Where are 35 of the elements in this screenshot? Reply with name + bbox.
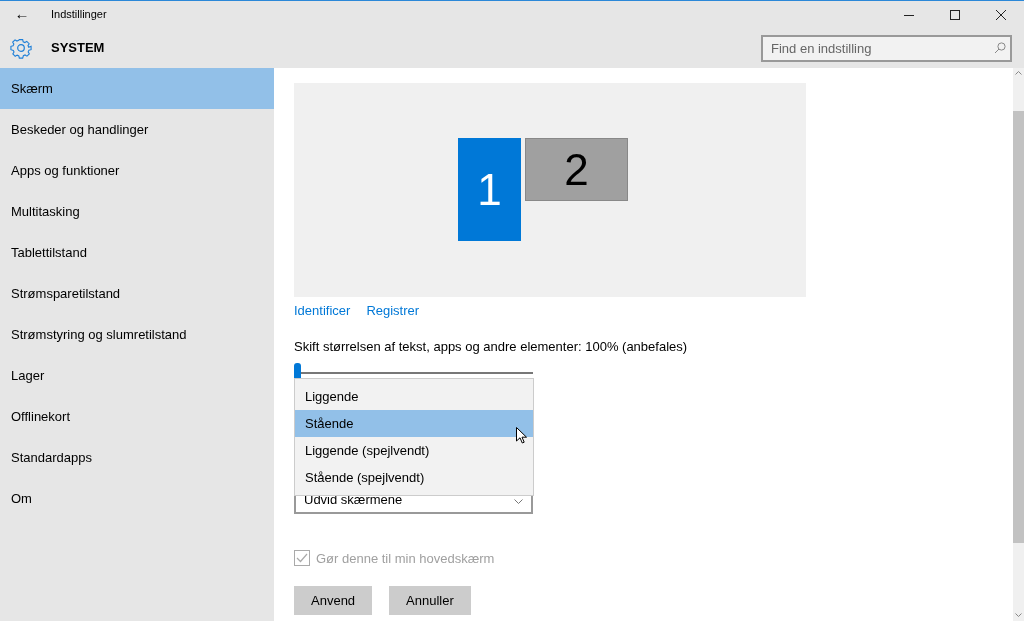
checkbox-label: Gør denne til min hovedskærm bbox=[316, 549, 495, 568]
search-icon bbox=[994, 41, 1006, 54]
settings-icon bbox=[10, 37, 32, 59]
close-icon bbox=[996, 9, 1006, 20]
link[interactable]: Registrer bbox=[366, 300, 420, 321]
display-tile[interactable]: 1 bbox=[458, 138, 521, 241]
mouse-pointer-icon bbox=[516, 427, 527, 444]
sidebar-item[interactable]: Strømsparetilstand bbox=[0, 273, 274, 314]
display-tile[interactable]: 2 bbox=[525, 138, 628, 201]
chevron-icon bbox=[514, 498, 523, 504]
scroll-up-icon[interactable] bbox=[1015, 71, 1022, 75]
menu-item[interactable]: Stående bbox=[295, 410, 533, 437]
menu-item[interactable]: Liggende (spejlvendt) bbox=[295, 437, 533, 464]
link[interactable]: Identificer bbox=[294, 300, 351, 321]
sidebar-item[interactable]: Beskeder og handlinger bbox=[0, 109, 274, 150]
menu-item[interactable]: Liggende bbox=[295, 383, 533, 410]
scale-label: Skift størrelsen af tekst, apps og andre elementer: 100% (anbefales) bbox=[294, 338, 689, 356]
sidebar-item[interactable]: Skærm bbox=[0, 68, 274, 109]
dialog-button[interactable]: Annuller bbox=[389, 586, 471, 615]
window-title: Indstillinger bbox=[51, 7, 107, 23]
sidebar-item[interactable]: Lager bbox=[0, 355, 274, 396]
maximize-icon bbox=[950, 9, 960, 20]
back-button[interactable]: ← bbox=[0, 1, 44, 28]
sidebar-item[interactable]: Offlinekort bbox=[0, 396, 274, 437]
sidebar-item[interactable]: Multitasking bbox=[0, 191, 274, 232]
sidebar-item[interactable]: Apps og funktioner bbox=[0, 150, 274, 191]
dialog-button[interactable]: Anvend bbox=[294, 586, 373, 615]
scroll-down-icon[interactable] bbox=[1015, 613, 1022, 617]
sidebar-item[interactable]: Tablettilstand bbox=[0, 232, 274, 273]
page-heading: SYSTEM bbox=[51, 39, 105, 58]
scrollbar-thumb[interactable] bbox=[1013, 111, 1024, 543]
sidebar-item[interactable]: Om bbox=[0, 478, 274, 519]
search-field[interactable]: Find en indstilling bbox=[761, 34, 1012, 62]
sidebar-item[interactable]: Strømstyring og slumretilstand bbox=[0, 314, 274, 355]
sidebar-item[interactable]: Standardapps bbox=[0, 437, 274, 478]
